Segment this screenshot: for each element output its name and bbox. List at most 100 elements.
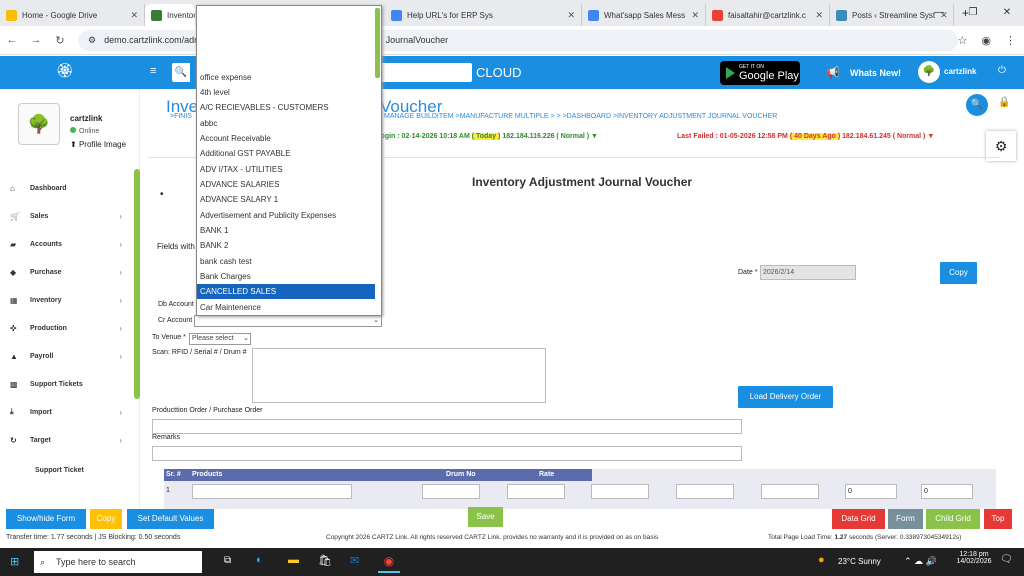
- dropdown-option[interactable]: ADV I/TAX - UTILITIES: [197, 162, 375, 177]
- back-icon[interactable]: ←: [0, 34, 24, 46]
- dropdown-option[interactable]: abbc: [197, 116, 375, 131]
- dropdown-option[interactable]: Additional GST PAYABLE: [197, 146, 375, 161]
- more-menu-icon[interactable]: ⋮: [1005, 34, 1016, 47]
- chrome-icon[interactable]: ◉: [378, 551, 400, 573]
- edge-icon[interactable]: ◐: [256, 554, 263, 566]
- db-account-dropdown-list[interactable]: office expense 4th level A/C RECIEVABLES…: [196, 5, 382, 316]
- date-field[interactable]: 2026/2/14: [760, 265, 856, 280]
- grid-cell[interactable]: [676, 484, 734, 499]
- tray-icons[interactable]: ⌃ ☁ 🔊: [904, 556, 937, 567]
- cr-account-select[interactable]: ⌄: [194, 315, 382, 327]
- quantity-cell[interactable]: 0: [921, 484, 973, 499]
- close-icon[interactable]: ✕: [691, 10, 699, 21]
- dropdown-option[interactable]: BANK 2: [197, 238, 375, 253]
- sidebar-item-target[interactable]: ↻ Target ›: [10, 431, 122, 449]
- sidebar-item-label: Accounts: [30, 240, 62, 248]
- production-order-input[interactable]: [152, 419, 742, 434]
- dropdown-option[interactable]: Advertisement and Publicity Expenses: [197, 208, 375, 223]
- hamburger-menu-icon[interactable]: ≡: [150, 65, 156, 77]
- dropdown-option[interactable]: 4th level: [197, 85, 375, 100]
- drum-no-cell[interactable]: [422, 484, 480, 499]
- breadcrumb[interactable]: >FINIS: [170, 113, 192, 120]
- search-input[interactable]: [376, 63, 472, 82]
- google-play-badge[interactable]: GET IT ON Google Play: [720, 61, 800, 85]
- grid-cell[interactable]: [591, 484, 649, 499]
- file-explorer-icon[interactable]: ▬: [288, 554, 299, 566]
- rate-cell[interactable]: [507, 484, 565, 499]
- dropdown-option[interactable]: Bank Charges: [197, 269, 375, 284]
- sidebar-item-payroll[interactable]: ▲ Payroll ›: [10, 347, 122, 365]
- weather-text[interactable]: 23°C Sunny: [838, 557, 881, 566]
- sidebar-item-production[interactable]: ✜ Production ›: [10, 319, 122, 337]
- clock[interactable]: 12:18 pm 14/02/2026: [952, 551, 996, 565]
- show-hide-form-button[interactable]: Show/hide Form: [6, 509, 86, 529]
- dropdown-option[interactable]: Car Maintenence: [197, 300, 375, 315]
- tab-help-urls[interactable]: Help URL's for ERP Sys ✕: [385, 4, 582, 26]
- sidebar-item-purchase[interactable]: ◆ Purchase ›: [10, 263, 122, 281]
- close-icon[interactable]: ✕: [815, 10, 823, 21]
- remarks-input[interactable]: [152, 446, 742, 461]
- chevron-right-icon: ›: [119, 239, 122, 249]
- lock-icon[interactable]: 🔒: [998, 97, 1010, 108]
- grid-cell[interactable]: [761, 484, 819, 499]
- scan-textarea[interactable]: [252, 348, 546, 403]
- whats-new-link[interactable]: Whats New!: [850, 68, 901, 78]
- tab-google-drive[interactable]: Home - Google Drive ✕: [0, 4, 145, 26]
- quantity-cell[interactable]: 0: [845, 484, 897, 499]
- dropdown-option[interactable]: Account Receivable: [197, 131, 375, 146]
- user-name[interactable]: cartzlink: [944, 67, 976, 76]
- reload-icon[interactable]: ↻: [48, 34, 72, 47]
- product-cell[interactable]: [192, 484, 352, 499]
- bookmark-star-icon[interactable]: ☆: [958, 34, 968, 47]
- windows-start-icon[interactable]: ⊞: [10, 555, 19, 568]
- data-grid-button[interactable]: Data Grid: [832, 509, 885, 529]
- task-view-icon[interactable]: ⧉: [224, 555, 231, 566]
- breadcrumb-tail[interactable]: MANAGE BUILDITEM >MANUFACTURE MULTIPLE >…: [384, 113, 777, 120]
- load-delivery-order-button[interactable]: Load Delivery Order: [738, 386, 833, 408]
- power-icon[interactable]: ⏻: [998, 65, 1006, 76]
- dropdown-option[interactable]: BANK 1: [197, 223, 375, 238]
- store-icon[interactable]: 🛍: [318, 554, 332, 567]
- copy-date-button[interactable]: Copy: [940, 262, 977, 284]
- dropdown-option-selected[interactable]: CANCELLED SALES: [197, 284, 375, 299]
- sidebar-item-import[interactable]: ⤓ Import ›: [10, 403, 122, 421]
- top-button[interactable]: Top: [984, 509, 1012, 529]
- dropdown-scrollbar[interactable]: [375, 8, 380, 78]
- form-button[interactable]: Form: [888, 509, 923, 529]
- outlook-icon[interactable]: ✉: [350, 554, 359, 567]
- profile-icon[interactable]: ◉: [981, 34, 991, 47]
- taskbar-search[interactable]: ⌕ Type here to search: [34, 551, 202, 573]
- dropdown-option[interactable]: A/C RECIEVABLES - CUSTOMERS: [197, 100, 375, 115]
- profile-image-link[interactable]: ⬆ Profile Image: [70, 140, 126, 149]
- notification-icon[interactable]: 🗨: [1000, 554, 1013, 565]
- search-button[interactable]: 🔍: [966, 94, 988, 116]
- sidebar-item-dashboard[interactable]: ⌂ Dashboard: [10, 179, 122, 197]
- minimize-icon[interactable]: —: [922, 0, 956, 26]
- copy-button[interactable]: Copy: [90, 509, 122, 529]
- tab-inventory[interactable]: Inventor: [145, 4, 195, 26]
- close-icon[interactable]: ✕: [567, 10, 575, 21]
- sidebar-item-sales[interactable]: 🛒 Sales ›: [10, 207, 122, 225]
- child-grid-button[interactable]: Child Grid: [926, 509, 980, 529]
- sidebar-item-support-ticket[interactable]: Support Ticket: [35, 461, 147, 479]
- dropdown-option[interactable]: bank cash test: [197, 254, 375, 269]
- avatar[interactable]: 🌳: [918, 61, 940, 83]
- sidebar-item-inventory[interactable]: ▦ Inventory ›: [10, 291, 122, 309]
- site-info-icon[interactable]: ⚙: [88, 35, 96, 46]
- forward-icon[interactable]: →: [24, 34, 48, 46]
- search-icon[interactable]: 🔍: [172, 63, 190, 82]
- dropdown-option[interactable]: ADVANCE SALARY 1: [197, 192, 375, 207]
- close-icon[interactable]: ✕: [130, 10, 138, 21]
- to-venue-select[interactable]: Please select ⌄: [189, 333, 251, 345]
- close-window-icon[interactable]: ✕: [990, 0, 1024, 26]
- set-default-values-button[interactable]: Set Default Values: [127, 509, 214, 529]
- sidebar-item-label: Import: [30, 408, 52, 416]
- dropdown-option[interactable]: office expense: [197, 70, 375, 85]
- sidebar-item-accounts[interactable]: ▰ Accounts ›: [10, 235, 122, 253]
- sidebar-item-support-tickets[interactable]: ▩ Support Tickets: [10, 375, 122, 393]
- restore-icon[interactable]: ❐: [956, 0, 990, 26]
- save-button[interactable]: Save: [468, 507, 503, 527]
- tab-gmail[interactable]: faisaltahir@cartzlink.c ✕: [706, 4, 830, 26]
- dropdown-option[interactable]: ADVANCE SALARIES: [197, 177, 375, 192]
- tab-whatsapp-sales[interactable]: What'sapp Sales Mess ✕: [582, 4, 706, 26]
